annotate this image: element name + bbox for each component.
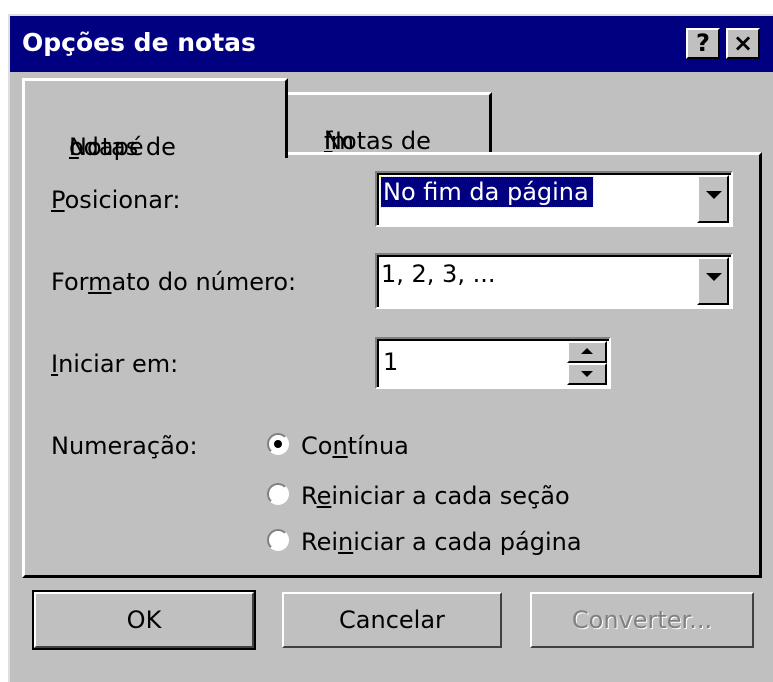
radio-restart-each-section-label[interactable]: Reiniciar a cada seção <box>301 481 570 511</box>
start-at-value[interactable]: 1 <box>383 347 398 377</box>
numbering-label: Numeração: <box>51 432 198 460</box>
start-at-label: Iniciar em: <box>51 350 179 378</box>
position-combobox[interactable]: No fim da página <box>375 171 733 227</box>
ok-button[interactable]: OK <box>32 590 256 650</box>
tab-footnotes[interactable]: Notas de r odapé <box>22 78 288 161</box>
radio-restart-each-section[interactable] <box>267 483 289 505</box>
position-dropdown-arrow-icon[interactable] <box>697 175 729 223</box>
title-bar[interactable]: Opções de notas ? × <box>10 16 773 72</box>
start-at-spinbox[interactable]: 1 <box>375 337 611 389</box>
convert-button: Converter... <box>530 592 754 648</box>
spin-up-arrow-icon[interactable] <box>567 341 607 363</box>
number-format-dropdown-arrow-icon[interactable] <box>697 257 729 305</box>
close-button[interactable]: × <box>726 28 760 59</box>
tab-endnotes[interactable]: Notas de f im <box>288 92 492 155</box>
number-format-combobox[interactable]: 1, 2, 3, ... <box>375 253 733 309</box>
tab-panel: Posicionar: No fim da página Formato do … <box>22 152 762 578</box>
number-format-value: 1, 2, 3, ... <box>381 260 496 288</box>
radio-restart-each-page[interactable] <box>267 529 289 551</box>
radio-continuous-label[interactable]: Contínua <box>301 431 409 461</box>
spin-down-arrow-icon[interactable] <box>567 363 607 385</box>
cancel-button[interactable]: Cancelar <box>282 592 502 648</box>
position-label: Posicionar: <box>51 186 181 214</box>
number-format-label: Formato do número: <box>51 268 297 296</box>
radio-continuous[interactable] <box>267 433 289 455</box>
help-button[interactable]: ? <box>686 28 720 59</box>
radio-restart-each-page-label[interactable]: Reiniciar a cada página <box>301 527 582 557</box>
position-value: No fim da página <box>380 176 594 208</box>
dialog-title: Opções de notas <box>22 28 256 57</box>
